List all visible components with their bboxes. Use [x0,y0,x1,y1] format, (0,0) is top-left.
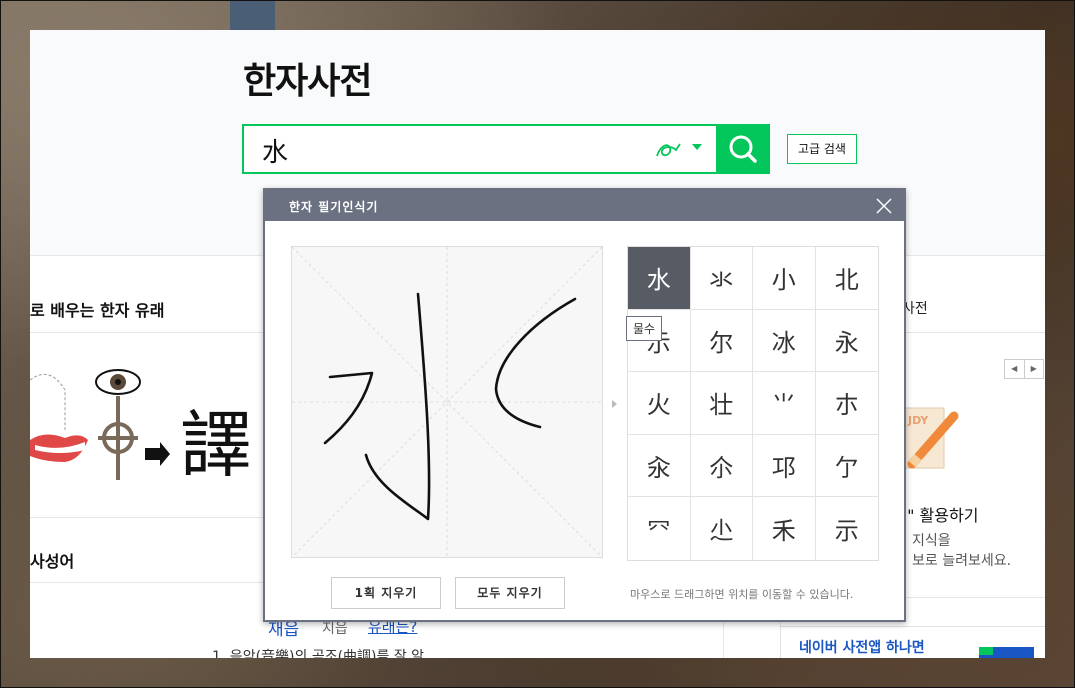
app-banner[interactable]: 네이버 사전앱 하나면 [780,626,1045,658]
word-definition: 1. 음악(音樂)의 곡조(曲調)를 잘 알 [212,649,425,658]
search-icon [729,135,757,163]
promo-title: ." 활용하기 [902,506,979,525]
section-title-origin: 로 배우는 한자 유래 [30,301,165,320]
app-banner-accent [979,647,993,655]
candidate-cell[interactable]: 小 [753,247,816,310]
candidate-cell[interactable]: 尐 [691,497,753,560]
divider [30,332,270,333]
search-box[interactable] [242,124,768,174]
page-title: 한자사전 [243,61,372,102]
chevron-down-icon[interactable] [692,144,702,150]
drawing-canvas[interactable] [291,246,603,558]
candidate-cell[interactable]: 火 [628,372,691,435]
candidate-cell[interactable]: 朩 [815,372,878,435]
candidate-cell[interactable]: 汆 [628,434,691,498]
prev-arrow-icon[interactable]: ◀ [1005,360,1025,378]
app-banner-text: 네이버 사전앱 하나면 [799,640,925,656]
background-patch [230,0,275,30]
handwriting-icon[interactable] [654,138,682,162]
candidate-cell[interactable]: 尒 [690,434,753,498]
candidate-cell[interactable]: 邛 [753,434,816,498]
candidate-cell[interactable]: 冰 [753,309,816,373]
close-icon[interactable] [875,197,893,215]
search-button[interactable] [716,124,770,174]
pager[interactable]: ◀ ▶ [1004,359,1044,379]
svg-text:譯: 譯 [180,403,252,487]
clear-all-button[interactable]: 모두 지우기 [455,577,565,609]
next-arrow-icon[interactable]: ▶ [1025,360,1044,378]
handwriting-dialog[interactable]: 한자 필기인식기 水 氺 小 北 示 尔 冰 永 火 壮 ⺌ 朩 汆 尒 邛 亇… [263,188,906,622]
candidate-cell[interactable]: 尔 [690,309,753,373]
candidate-cell[interactable]: 禾 [753,497,816,560]
promo-line: 보로 늘려보세요. [912,553,1012,569]
candidate-tooltip: 물수 [626,316,663,341]
stroke-drawing [292,247,602,557]
svg-text:JDY: JDY [907,414,929,427]
section-title-idiom: 사성어 [30,552,75,571]
candidate-cell[interactable]: 壮 [690,372,753,435]
divider [30,517,270,518]
candidate-cell[interactable]: ⺳ [628,497,691,560]
arrow-right-icon [612,400,617,408]
study-illustration: JDY [903,407,959,469]
candidate-cell[interactable]: 示 [816,497,879,560]
advanced-search-button[interactable]: 고급 검색 [787,134,857,164]
candidate-cell[interactable]: 永 [815,310,878,373]
candidate-grid: 水 氺 小 北 示 尔 冰 永 火 壮 ⺌ 朩 汆 尒 邛 亇 ⺳ 尐 禾 示 [627,246,879,561]
candidate-cell[interactable]: ⺌ [753,372,816,435]
dialog-header[interactable]: 한자 필기인식기 [265,190,904,221]
candidate-cell[interactable]: 水 [628,247,691,310]
search-input[interactable] [260,132,644,168]
candidate-cell[interactable]: 氺 [690,247,753,310]
clear-one-stroke-button[interactable]: 1획 지우기 [331,577,441,609]
dialog-hint: 마우스로 드래그하면 위치를 이동할 수 있습니다. [630,588,854,601]
dialog-title: 한자 필기인식기 [289,200,379,214]
candidate-cell[interactable]: 北 [815,247,878,310]
candidate-cell[interactable]: 亇 [815,435,878,498]
promo-line: 지식을 [912,533,951,549]
etymology-illustration: 譯 [30,369,252,487]
